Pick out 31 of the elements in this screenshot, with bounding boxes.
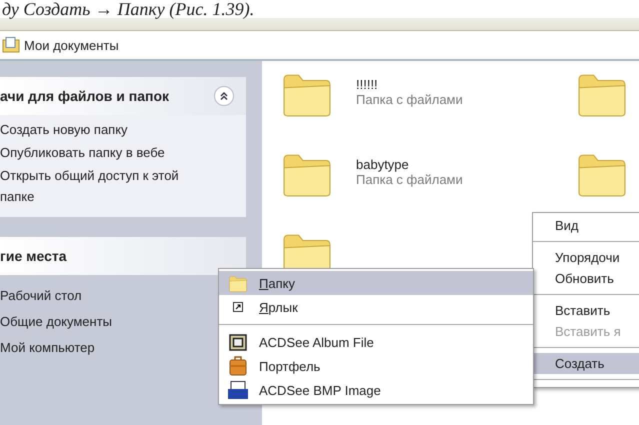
- task-link[interactable]: Открыть общий доступ к этой папке: [0, 165, 215, 207]
- task-link[interactable]: Создать новую папку: [0, 119, 128, 140]
- folder-type: Папка с файлами: [356, 172, 463, 187]
- menu-item[interactable]: Упорядочи: [533, 247, 639, 268]
- briefcase-icon: [229, 356, 247, 376]
- menu-item[interactable]: Создать: [533, 353, 639, 374]
- panel-title: гие места: [0, 248, 66, 264]
- bmp-file-icon: [228, 381, 248, 399]
- task-link[interactable]: Рабочий стол: [0, 285, 82, 306]
- menu-item[interactable]: Портфель: [219, 354, 533, 378]
- chevron-up-icon: [219, 91, 229, 101]
- folder-type: Папка с файлами: [356, 92, 463, 107]
- shortcut-arrow-icon: [233, 302, 243, 312]
- folder-name[interactable]: !!!!!!: [356, 77, 463, 92]
- folder-name[interactable]: babytype: [356, 157, 463, 172]
- menu-item[interactable]: Вставить: [533, 300, 639, 321]
- menu-item[interactable]: Обновить: [533, 268, 639, 289]
- menu-item[interactable]: Папку: [219, 271, 533, 295]
- collapse-button[interactable]: [214, 86, 234, 106]
- menu-item[interactable]: ACDSee BMP Image: [219, 378, 533, 402]
- folder-icon: [228, 274, 248, 292]
- task-link[interactable]: Общие документы: [0, 311, 112, 332]
- task-link[interactable]: Мой компьютер: [0, 337, 95, 358]
- menu-item[interactable]: ACDSee Album File: [219, 330, 533, 354]
- album-icon: [229, 334, 247, 350]
- panel-title: ачи для файлов и папок: [0, 88, 170, 104]
- task-link[interactable]: Опубликовать папку в вебе: [0, 142, 165, 163]
- caption-text: ду Создать → Папку (Рис. 1.39).: [1, 0, 256, 18]
- menu-item[interactable]: Ярлык: [219, 295, 533, 319]
- address-title: Мои документы: [24, 38, 119, 52]
- menu-item[interactable]: Вид: [533, 215, 639, 236]
